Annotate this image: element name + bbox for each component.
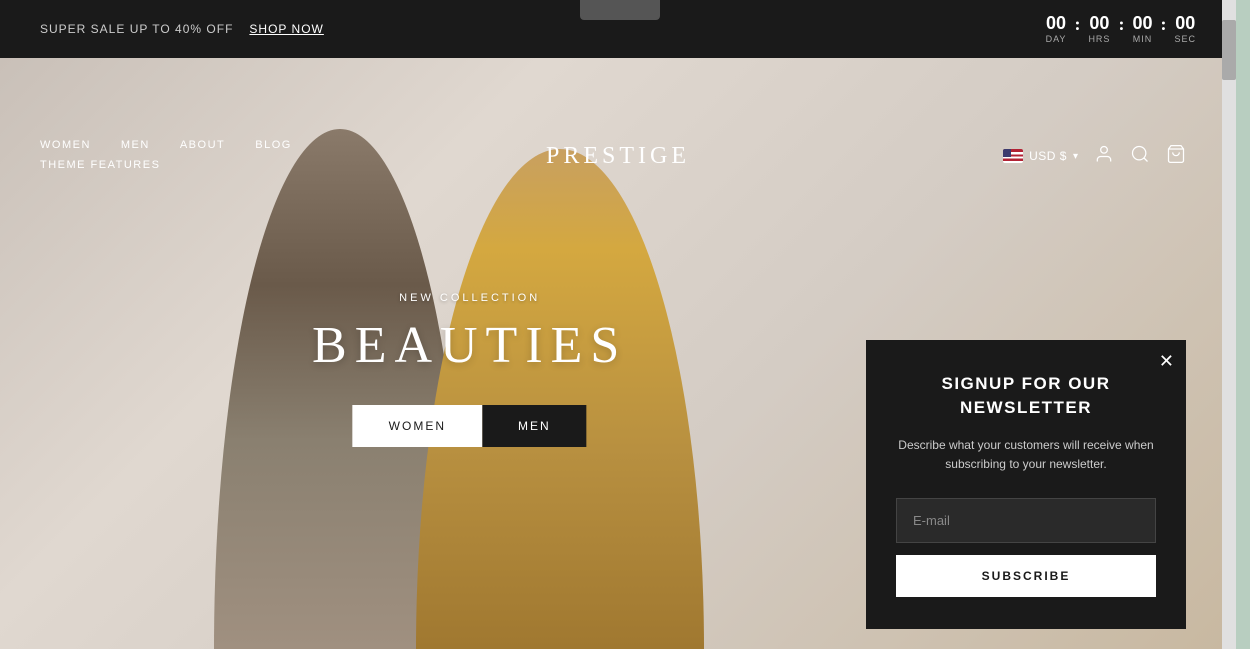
search-icon[interactable] — [1130, 144, 1150, 169]
announcement-left: SUPER SALE UP TO 40% OFF SHOP NOW — [40, 22, 324, 36]
countdown: 00 DAY : 00 HRS : 00 MIN : 00 SEC — [1046, 14, 1196, 45]
countdown-sep-1: : — [1074, 14, 1080, 35]
hero-buttons: WOMEN MEN — [312, 405, 627, 447]
nav-item-about[interactable]: ABOUT — [180, 139, 225, 151]
countdown-sec-label: SEC — [1174, 34, 1196, 44]
nav-item-men[interactable]: MEN — [121, 139, 150, 151]
countdown-hrs-label: HRS — [1088, 34, 1110, 44]
cart-icon[interactable] — [1166, 144, 1186, 169]
nav-right: USD $ ▾ — [1003, 144, 1186, 169]
newsletter-popup: ✕ SIGNUP FOR OUR NEWSLETTER Describe wha… — [866, 340, 1186, 629]
nav-center: PRESTIGE — [546, 143, 690, 170]
hero-section: WOMEN MEN ABOUT BLOG THEME FEATURES PRES… — [0, 58, 1236, 649]
navigation: WOMEN MEN ABOUT BLOG THEME FEATURES PRES… — [0, 116, 1236, 196]
nav-left: WOMEN MEN ABOUT BLOG THEME FEATURES — [40, 139, 292, 173]
countdown-hrs: 00 HRS — [1088, 14, 1110, 44]
top-scroll-indicator — [580, 0, 660, 20]
countdown-day-label: DAY — [1046, 34, 1067, 44]
countdown-sep-2: : — [1118, 14, 1124, 35]
countdown-min-value: 00 — [1132, 14, 1152, 32]
hero-content: NEW COLLECTION BEAUTIES WOMEN MEN — [312, 292, 627, 447]
site-logo[interactable]: PRESTIGE — [546, 143, 690, 169]
subscribe-button[interactable]: SUBSCRIBE — [896, 555, 1156, 597]
nav-top-row: WOMEN MEN ABOUT BLOG — [40, 139, 292, 151]
shop-now-link[interactable]: SHOP NOW — [249, 22, 323, 36]
currency-text: USD $ — [1029, 149, 1067, 163]
countdown-sec-value: 00 — [1175, 14, 1195, 32]
main-container: SUPER SALE UP TO 40% OFF SHOP NOW 00 DAY… — [0, 0, 1236, 649]
men-button[interactable]: MEN — [482, 405, 587, 447]
countdown-min: 00 MIN — [1132, 14, 1152, 44]
countdown-day: 00 DAY — [1046, 14, 1067, 44]
nav-bottom-row: THEME FEATURES — [40, 155, 292, 173]
announcement-text: SUPER SALE UP TO 40% OFF — [40, 22, 233, 36]
countdown-day-value: 00 — [1046, 14, 1066, 32]
user-icon[interactable] — [1094, 144, 1114, 169]
currency-selector[interactable]: USD $ ▾ — [1003, 149, 1078, 163]
nav-item-women[interactable]: WOMEN — [40, 139, 91, 151]
newsletter-description: Describe what your customers will receiv… — [896, 436, 1156, 474]
email-input[interactable] — [896, 498, 1156, 543]
nav-item-theme-features[interactable]: THEME FEATURES — [40, 159, 160, 171]
flag-icon — [1003, 149, 1023, 163]
popup-close-button[interactable]: ✕ — [1159, 352, 1174, 370]
countdown-min-label: MIN — [1133, 34, 1153, 44]
countdown-sep-3: : — [1160, 14, 1166, 35]
nav-item-blog[interactable]: BLOG — [255, 139, 292, 151]
hero-title: BEAUTIES — [312, 316, 627, 375]
scrollbar[interactable] — [1222, 0, 1236, 649]
chevron-down-icon: ▾ — [1073, 151, 1078, 162]
countdown-hrs-value: 00 — [1089, 14, 1109, 32]
newsletter-title: SIGNUP FOR OUR NEWSLETTER — [896, 372, 1156, 420]
scrollbar-thumb[interactable] — [1222, 20, 1236, 80]
hero-subtitle: NEW COLLECTION — [312, 292, 627, 304]
women-button[interactable]: WOMEN — [353, 405, 482, 447]
countdown-sec: 00 SEC — [1174, 14, 1196, 44]
